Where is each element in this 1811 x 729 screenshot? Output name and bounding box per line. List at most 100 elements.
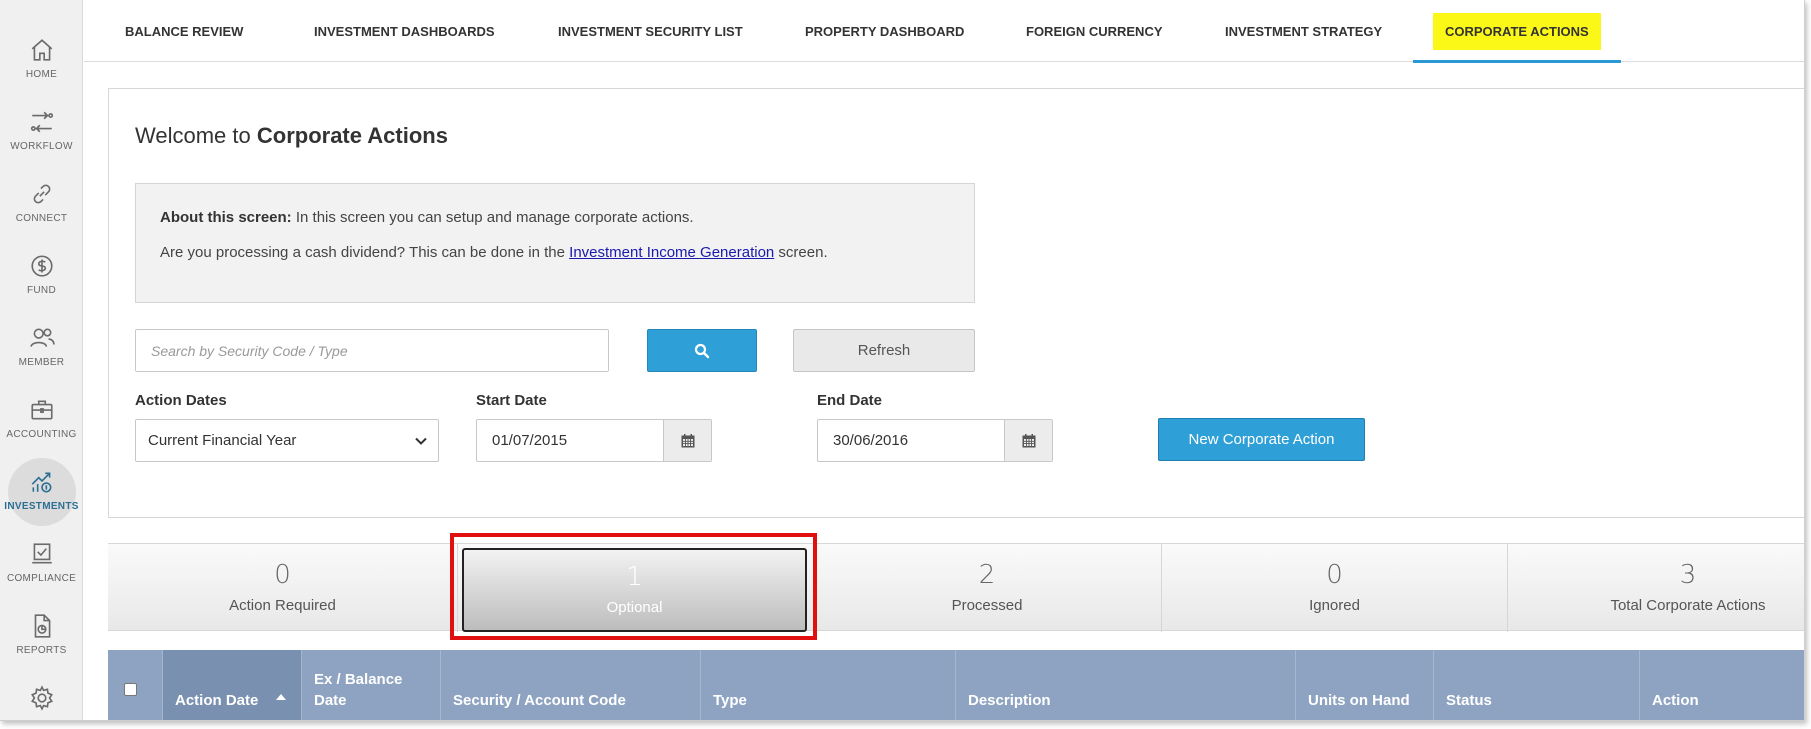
column-description[interactable]: Description — [956, 650, 1296, 720]
stat-label: Processed — [951, 597, 1023, 614]
tab-foreign-currency[interactable]: FOREIGN CURRENCY — [1026, 0, 1163, 62]
report-document-icon — [28, 612, 56, 640]
home-icon — [28, 36, 56, 64]
sidebar-item-label: CONNECT — [15, 213, 68, 224]
about-text: In this screen you can setup and manage … — [291, 209, 694, 226]
column-header-label: Action — [1652, 692, 1699, 709]
column-action-date[interactable]: Action Date — [163, 650, 302, 720]
about-info-box: About this screen: In this screen you ca… — [135, 183, 975, 303]
sidebar-item-label: REPORTS — [16, 645, 67, 656]
column-header-label: Action Date — [175, 692, 259, 709]
tab-investment-strategy[interactable]: INVESTMENT STRATEGY — [1225, 0, 1382, 62]
cash-prefix: Are you processing a cash dividend? This… — [160, 244, 570, 261]
column-header-label: Type — [713, 692, 747, 709]
briefcase-icon — [28, 396, 56, 424]
stat-label: Ignored — [1309, 597, 1360, 614]
start-date-field[interactable]: 01/07/2015 — [476, 419, 712, 462]
sidebar-item-connect[interactable]: CONNECT — [0, 176, 83, 246]
sidebar-item-accounting[interactable]: ACCOUNTING — [0, 392, 83, 462]
stat-label: Action Required — [229, 597, 336, 614]
investment-income-generation-link[interactable]: Investment Income Generation — [569, 244, 774, 261]
cash-suffix: screen. — [774, 244, 828, 261]
sidebar-item-workflow[interactable]: WORKFLOW — [0, 104, 83, 174]
sidebar-item-fund[interactable]: FUND — [0, 248, 83, 318]
sidebar-item-investments[interactable]: INVESTMENTS — [0, 458, 83, 534]
search-button[interactable] — [647, 329, 757, 372]
new-corporate-action-button[interactable]: New Corporate Action — [1158, 418, 1365, 461]
sidebar-item-home[interactable]: HOME — [0, 32, 83, 102]
start-date-label: Start Date — [476, 392, 547, 409]
column-ex-balance-date[interactable]: Ex / Balance Date — [302, 650, 441, 720]
sidebar-item-settings[interactable] — [0, 680, 83, 720]
stat-ignored[interactable]: 0 Ignored — [1162, 544, 1508, 632]
welcome-prefix: Welcome to — [135, 123, 251, 148]
column-header-label: Status — [1446, 692, 1492, 709]
sidebar-item-compliance[interactable]: COMPLIANCE — [0, 536, 83, 606]
sidebar-item-label: FUND — [27, 285, 56, 296]
tab-balance-review[interactable]: BALANCE REVIEW — [125, 0, 243, 62]
action-dates-value: Current Financial Year — [148, 432, 297, 449]
sidebar-item-label: MEMBER — [18, 357, 65, 368]
column-header-label: Units on Hand — [1308, 692, 1410, 709]
sidebar: HOME WORKFLOW CONNECT FUND MEMBER ACCOUN… — [0, 0, 83, 720]
calendar-icon — [681, 433, 694, 447]
column-security-account-code[interactable]: Security / Account Code — [441, 650, 701, 720]
tab-label: INVESTMENT STRATEGY — [1225, 23, 1383, 39]
welcome-title: Corporate Actions — [256, 123, 448, 148]
tab-label: FOREIGN CURRENCY — [1026, 23, 1163, 39]
action-dates-select[interactable]: Current Financial Year — [135, 419, 439, 462]
start-date-calendar-button[interactable] — [663, 420, 711, 461]
tab-investment-dashboards[interactable]: INVESTMENT DASHBOARDS — [314, 0, 495, 62]
sidebar-item-label: INVESTMENTS — [4, 501, 79, 512]
workflow-icon — [28, 108, 56, 136]
sidebar-item-reports[interactable]: REPORTS — [0, 608, 83, 678]
stat-count: 1 — [626, 562, 643, 592]
column-header-label: Description — [968, 692, 1051, 709]
end-date-calendar-button[interactable] — [1004, 420, 1052, 461]
tab-label: BALANCE REVIEW — [125, 23, 244, 39]
stat-count: 0 — [274, 560, 291, 590]
select-all-checkbox[interactable] — [124, 683, 137, 696]
column-units-on-hand[interactable]: Units on Hand — [1296, 650, 1434, 720]
end-date-field[interactable]: 30/06/2016 — [817, 419, 1053, 462]
search-icon — [694, 343, 710, 358]
column-action[interactable]: Action — [1640, 650, 1804, 720]
end-date-value: 30/06/2016 — [833, 432, 909, 449]
tab-corporate-actions[interactable]: CORPORATE ACTIONS — [1413, 0, 1621, 63]
stat-processed[interactable]: 2 Processed — [813, 544, 1162, 632]
app-window: HOME WORKFLOW CONNECT FUND MEMBER ACCOUN… — [0, 0, 1805, 721]
select-all-column — [108, 650, 163, 720]
tab-label: INVESTMENT DASHBOARDS — [314, 23, 495, 39]
tab-label: PROPERTY DASHBOARD — [805, 23, 965, 39]
refresh-button[interactable]: Refresh — [793, 329, 975, 372]
search-input[interactable] — [135, 329, 609, 372]
sidebar-item-member[interactable]: MEMBER — [0, 320, 83, 390]
corporate-actions-table-header: Action Date Ex / Balance Date Security /… — [108, 650, 1804, 720]
tab-investment-security-list[interactable]: INVESTMENT SECURITY LIST — [558, 0, 743, 62]
action-dates-label: Action Dates — [135, 392, 227, 409]
stat-optional[interactable]: 1 Optional — [462, 548, 807, 632]
compliance-check-icon — [28, 540, 56, 568]
sort-ascending-icon — [276, 694, 286, 700]
about-line: About this screen: In this screen you ca… — [160, 210, 950, 225]
link-icon — [28, 180, 56, 208]
column-status[interactable]: Status — [1434, 650, 1640, 720]
sidebar-item-label: WORKFLOW — [10, 141, 73, 152]
column-header-label: Ex / Balance Date — [314, 671, 403, 709]
about-label: About this screen: — [160, 209, 292, 226]
column-header-label: Security / Account Code — [453, 692, 626, 709]
members-icon — [28, 324, 56, 352]
cash-dividend-line: Are you processing a cash dividend? This… — [160, 245, 950, 260]
column-type[interactable]: Type — [701, 650, 956, 720]
tab-label: INVESTMENT SECURITY LIST — [558, 23, 743, 39]
sidebar-item-label: ACCOUNTING — [6, 429, 77, 440]
investments-chart-icon — [28, 468, 56, 496]
start-date-value: 01/07/2015 — [492, 432, 568, 449]
stat-count: 3 — [1679, 560, 1697, 590]
stat-action-required[interactable]: 0 Action Required — [108, 544, 458, 632]
page-title: Welcome to Corporate Actions — [135, 123, 448, 149]
stat-total-corporate-actions[interactable]: 3 Total Corporate Actions — [1508, 544, 1804, 632]
chevron-down-icon — [415, 437, 427, 445]
tab-property-dashboard[interactable]: PROPERTY DASHBOARD — [805, 0, 964, 62]
sidebar-item-label: COMPLIANCE — [6, 573, 77, 584]
